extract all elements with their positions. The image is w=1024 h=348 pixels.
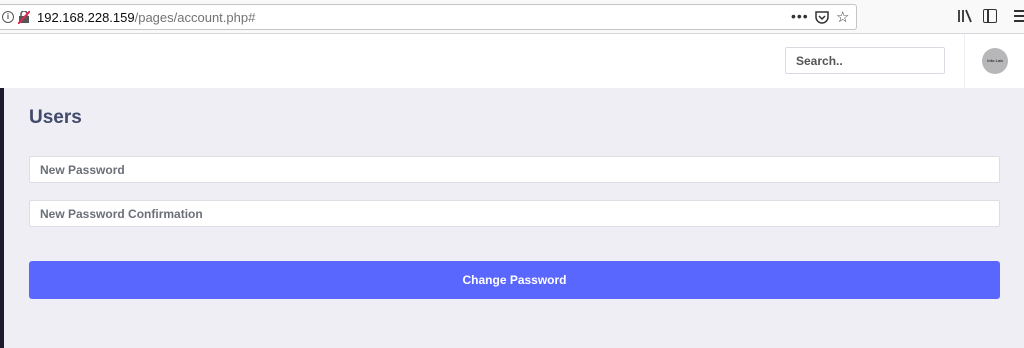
star-icon[interactable]: ☆ xyxy=(836,8,849,26)
avatar[interactable]: Info Lab xyxy=(982,48,1008,74)
info-icon[interactable]: i xyxy=(2,11,14,23)
pocket-icon[interactable] xyxy=(815,10,829,24)
url-bar[interactable]: i 192.168.228.159/pages/account.php# •••… xyxy=(0,4,857,30)
confirm-password-field[interactable] xyxy=(29,200,1000,227)
url-text[interactable]: 192.168.228.159/pages/account.php# xyxy=(37,10,255,25)
sidebar-icon[interactable] xyxy=(983,9,997,23)
header-divider xyxy=(964,34,965,88)
page-actions-icon[interactable]: ••• xyxy=(791,8,809,24)
sidebar-edge xyxy=(0,88,4,348)
main-content: Users Change Password xyxy=(0,88,1024,348)
menu-icon[interactable] xyxy=(1014,10,1024,22)
page-title: Users xyxy=(29,107,82,128)
url-path: /pages/account.php# xyxy=(134,10,256,25)
library-icon[interactable] xyxy=(957,8,973,24)
search-input[interactable] xyxy=(785,47,945,74)
browser-toolbar: i 192.168.228.159/pages/account.php# •••… xyxy=(0,0,1024,34)
change-password-button[interactable]: Change Password xyxy=(29,261,1000,299)
broken-lock-icon[interactable] xyxy=(18,11,30,24)
new-password-field[interactable] xyxy=(29,156,1000,183)
app-header: Info Lab xyxy=(0,34,1024,88)
url-host: 192.168.228.159 xyxy=(37,10,135,25)
